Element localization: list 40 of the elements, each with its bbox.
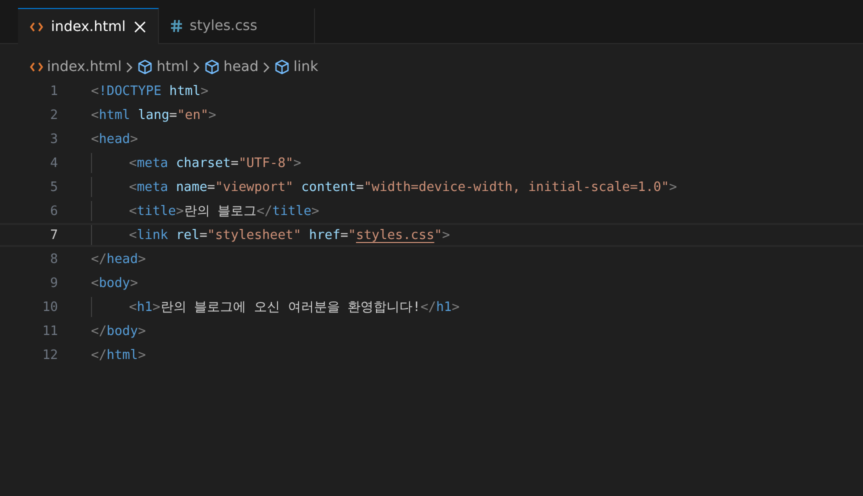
chevron-icon — [192, 62, 200, 72]
line-number: 9 — [49, 276, 58, 290]
breadcrumb-item[interactable]: html — [156, 59, 189, 75]
code-line: <title>란의 블로그</title> — [129, 203, 320, 220]
hash-icon — [170, 20, 182, 32]
code-line: </html> — [91, 348, 146, 362]
breadcrumb-item[interactable]: head — [224, 59, 258, 75]
line-number: 12 — [41, 348, 58, 362]
line-number: 8 — [49, 252, 58, 266]
close-icon[interactable] — [134, 20, 146, 32]
code-line: </head> — [91, 252, 146, 266]
code-line: <!DOCTYPE html> — [91, 84, 208, 98]
code-line: <html lang="en"> — [91, 108, 216, 122]
line-number: 1 — [49, 84, 58, 98]
code-line: <head> — [91, 132, 138, 146]
chevron-icon — [262, 62, 270, 72]
code-line: <meta charset="UTF-8"> — [129, 156, 302, 170]
cube-icon — [274, 59, 290, 75]
breadcrumb-item[interactable]: index.html — [47, 59, 122, 75]
line-number: 6 — [49, 204, 58, 218]
cube-icon — [204, 59, 220, 75]
editor-tab[interactable]: styles.css — [158, 8, 315, 43]
line-number: 5 — [49, 180, 58, 194]
line-number: 11 — [41, 324, 58, 338]
line-number: 2 — [49, 108, 58, 122]
code-icon — [30, 22, 43, 32]
chevron-icon — [126, 62, 133, 72]
code-line: </body> — [91, 324, 146, 338]
code-line: <link rel="stylesheet" href="styles.css"> — [129, 228, 450, 242]
line-number: 4 — [49, 156, 58, 170]
line-number: 10 — [41, 300, 58, 314]
line-number: 3 — [49, 132, 58, 146]
code-line: <meta name="viewport" content="width=device-width, initial-scale=1.0"> — [129, 180, 677, 194]
editor-tab[interactable]: index.html — [18, 8, 159, 44]
code-line: <h1>란의 블로그에 오신 여러분을 환영합니다!</h1> — [129, 299, 460, 316]
code-icon — [30, 62, 43, 72]
line-number: 7 — [49, 228, 58, 242]
code-line: <body> — [91, 276, 138, 290]
cube-icon — [136, 59, 153, 75]
breadcrumb-item[interactable]: link — [294, 59, 318, 75]
